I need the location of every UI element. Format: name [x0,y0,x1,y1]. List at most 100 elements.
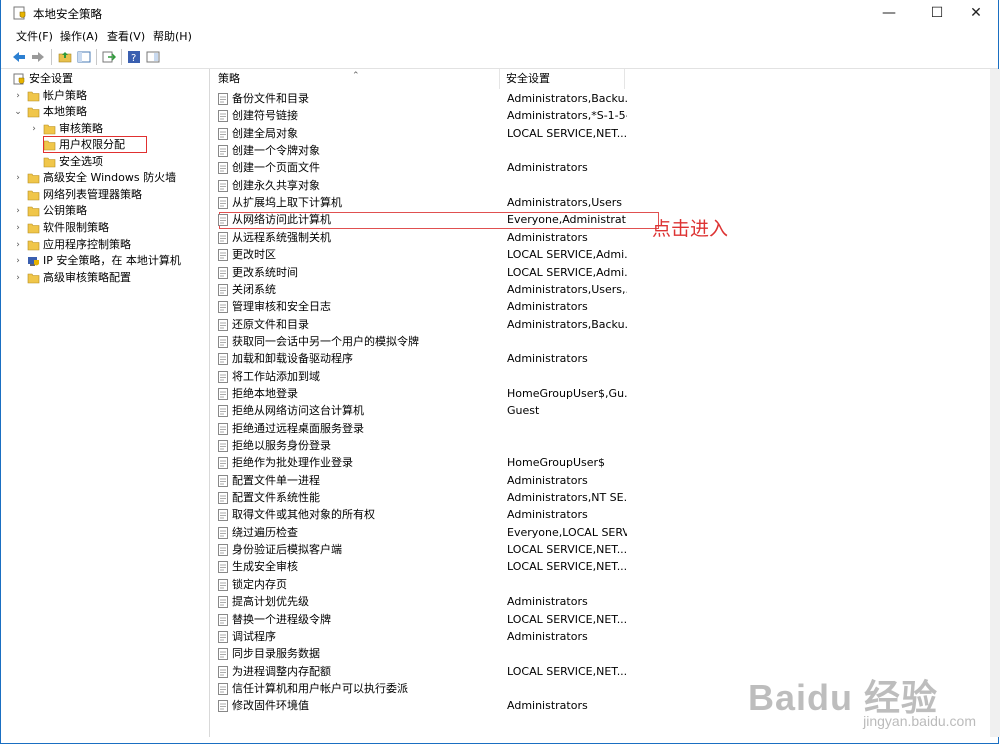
expand-chevron-icon[interactable]: › [13,253,23,269]
tree-item[interactable]: 安全选项 [9,154,209,170]
expand-chevron-icon[interactable]: › [13,270,23,286]
console-tree: 安全设置 › 帐户策略 ⌄ 本地策略 › 审核策略 用户权限分配 安全选项 › 高级安全 Windo… [9,69,210,737]
policy-row[interactable]: 锁定内存页 [212,576,972,593]
tree-item[interactable]: › 应用程序控制策略 [9,237,209,253]
tree-item[interactable]: › 公钥策略 [9,203,209,219]
policy-row[interactable]: 创建一个令牌对象 [212,142,972,159]
vertical-scrollbar[interactable] [990,69,1000,737]
policy-name: 获取同一会话中另一个用户的模拟令牌 [232,334,419,348]
policy-name: 同步目录服务数据 [232,647,320,661]
policy-row[interactable]: 调试程序 Administrators [212,628,972,645]
policy-row[interactable]: 从扩展坞上取下计算机 Administrators,Users [212,194,972,211]
policy-name: 修改固件环境值 [232,699,309,713]
policy-row[interactable]: 关闭系统 Administrators,Users,... [212,281,972,298]
action-pane-button[interactable] [144,48,162,66]
policy-row[interactable]: 配置文件系统性能 Administrators,NT SE... [212,489,972,506]
policy-row[interactable]: 加载和卸载设备驱动程序 Administrators [212,350,972,367]
policy-row[interactable]: 身份验证后模拟客户端 LOCAL SERVICE,NET... [212,541,972,558]
policy-name: 身份验证后模拟客户端 [232,543,342,557]
policy-row[interactable]: 替换一个进程级令牌 LOCAL SERVICE,NET... [212,611,972,628]
help-button[interactable]: ? [125,48,143,66]
policy-icon [218,526,228,539]
close-button[interactable]: ✕ [953,0,999,26]
show-hide-tree-button[interactable] [75,48,93,66]
policy-name: 从扩展坞上取下计算机 [232,196,342,210]
policy-row[interactable]: 取得文件或其他对象的所有权 Administrators [212,506,972,523]
toolbar: ? [1,46,998,69]
minimize-button[interactable]: — [866,0,912,26]
policy-row[interactable]: 提高计划优先级 Administrators [212,593,972,610]
expand-chevron-icon[interactable]: › [13,88,23,104]
policy-row[interactable]: 备份文件和目录 Administrators,Backu... [212,90,972,107]
expand-chevron-icon[interactable]: › [13,203,23,219]
column-header-policy[interactable]: 策略 ⌃ [212,69,500,89]
tree-item-label: 公钥策略 [43,204,87,218]
policy-setting: Administrators [507,699,588,713]
policy-row[interactable]: 创建永久共享对象 [212,177,972,194]
action-pane-icon [146,51,160,63]
expand-chevron-icon[interactable]: › [13,220,23,236]
tree-item[interactable]: › 软件限制策略 [9,220,209,236]
policy-row[interactable]: 从网络访问此计算机 Everyone,Administrat... [212,211,972,228]
column-header-policy-label: 策略 [218,72,240,85]
policy-row[interactable]: 获取同一会话中另一个用户的模拟令牌 [212,333,972,350]
policy-row[interactable]: 管理审核和安全日志 Administrators [212,298,972,315]
policy-row[interactable]: 绕过遍历检查 Everyone,LOCAL SERV... [212,524,972,541]
policy-row[interactable]: 同步目录服务数据 [212,645,972,662]
policy-name: 调试程序 [232,629,276,643]
policy-setting: Administrators,Backu... [507,317,627,331]
policy-row[interactable]: 创建一个页面文件 Administrators [212,159,972,176]
policy-icon [218,665,228,678]
up-level-button[interactable] [56,48,74,66]
policy-name: 配置文件系统性能 [232,491,320,505]
tree-item-label: 高级审核策略配置 [43,270,131,284]
tree-item[interactable]: › 高级审核策略配置 [9,270,209,286]
tree-item[interactable]: 网络列表管理器策略 [9,187,209,203]
policy-setting: LOCAL SERVICE,Admi... [507,248,627,262]
policy-row[interactable]: 拒绝本地登录 HomeGroupUser$,Gu... [212,385,972,402]
back-button[interactable] [10,48,28,66]
policy-row[interactable]: 生成安全审核 LOCAL SERVICE,NET... [212,558,972,575]
tree-item-label: 安全设置 [29,72,73,85]
policy-icon [218,596,228,609]
policy-setting: LOCAL SERVICE,NET... [507,126,627,140]
policy-icon [218,179,228,192]
tree-item[interactable]: 安全设置 [9,71,209,87]
policy-row[interactable]: 将工作站添加到域 [212,368,972,385]
tree-item[interactable]: › 高级安全 Windows 防火墙 [9,170,209,186]
expand-chevron-icon[interactable]: › [13,170,23,186]
forward-button[interactable] [29,48,47,66]
policy-row[interactable]: 拒绝从网络访问这台计算机 Guest [212,402,972,419]
tree-item[interactable]: › 审核策略 [9,121,209,137]
policy-row[interactable]: 配置文件单一进程 Administrators [212,472,972,489]
menu-file[interactable]: 文件(F) [13,28,56,44]
tree-item[interactable]: › IP 安全策略，在 本地计算机 [9,253,209,269]
policy-row[interactable]: 拒绝以服务身份登录 [212,437,972,454]
collapse-chevron-icon[interactable]: ⌄ [13,104,23,120]
policy-setting: HomeGroupUser$,Gu... [507,386,627,400]
policy-setting: LOCAL SERVICE,Admi... [507,265,627,279]
policy-row[interactable]: 创建全局对象 LOCAL SERVICE,NET... [212,125,972,142]
tree-item[interactable]: ⌄ 本地策略 [9,104,209,120]
policy-row[interactable]: 更改时区 LOCAL SERVICE,Admi... [212,246,972,263]
folder-icon [27,273,40,283]
tree-item-label: 本地策略 [43,105,87,119]
export-list-button[interactable] [100,48,118,66]
expand-chevron-icon[interactable]: › [29,121,39,137]
menu-view[interactable]: 查看(V) [104,28,148,44]
policy-row[interactable]: 拒绝通过远程桌面服务登录 [212,420,972,437]
policy-row[interactable]: 从远程系统强制关机 Administrators [212,229,972,246]
policy-setting: Administrators [507,230,588,244]
policy-name: 更改时区 [232,248,276,262]
menu-help[interactable]: 帮助(H) [150,28,195,44]
column-header-setting[interactable]: 安全设置 [500,69,625,89]
policy-row[interactable]: 还原文件和目录 Administrators,Backu... [212,316,972,333]
policy-row[interactable]: 更改系统时间 LOCAL SERVICE,Admi... [212,264,972,281]
policy-icon [218,387,228,400]
policy-row[interactable]: 拒绝作为批处理作业登录 HomeGroupUser$ [212,454,972,471]
policy-row[interactable]: 创建符号链接 Administrators,*S-1-5-... [212,107,972,124]
expand-chevron-icon[interactable]: › [13,237,23,253]
policy-name: 更改系统时间 [232,265,298,279]
menu-action[interactable]: 操作(A) [57,28,101,44]
tree-item[interactable]: › 帐户策略 [9,88,209,104]
